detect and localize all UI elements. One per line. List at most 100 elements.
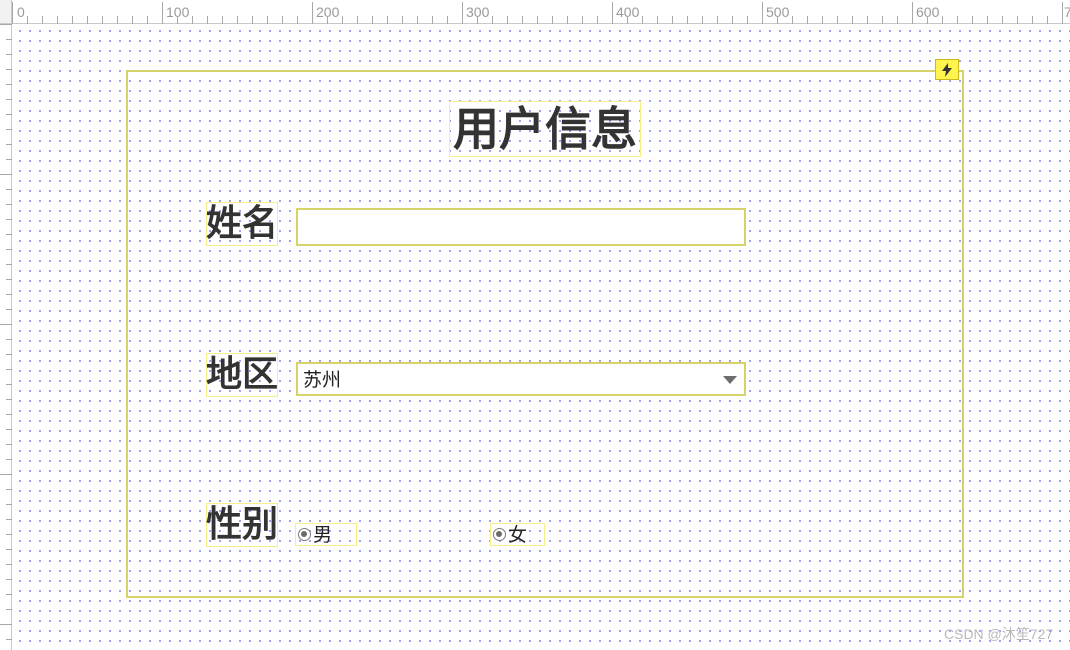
ruler-tick	[747, 16, 748, 24]
ruler-tick	[12, 2, 13, 24]
ruler-tick	[6, 294, 12, 295]
ruler-tick	[6, 189, 12, 190]
event-badge[interactable]	[935, 59, 959, 80]
ruler-tick	[6, 39, 12, 40]
ruler-tick	[6, 414, 12, 415]
ruler-tick	[357, 16, 358, 24]
name-label: 姓名	[206, 203, 279, 244]
ruler-tick	[537, 16, 538, 24]
ruler-tick	[927, 16, 928, 24]
ruler-tick	[477, 16, 478, 24]
ruler-tick	[1047, 16, 1048, 24]
ruler-tick	[837, 16, 838, 24]
form-title: 用户信息	[453, 102, 637, 156]
ruler-tick	[6, 114, 12, 115]
ruler-tick	[6, 609, 12, 610]
ruler-tick	[6, 594, 12, 595]
ruler-tick	[552, 16, 553, 24]
ruler-tick	[0, 174, 12, 175]
ruler-tick	[327, 16, 328, 24]
ruler-tick	[957, 16, 958, 24]
ruler-tick	[297, 16, 298, 24]
radio-button-icon[interactable]	[493, 528, 506, 541]
ruler-tick	[897, 16, 898, 24]
ruler-tick	[312, 2, 313, 24]
ruler-tick	[942, 16, 943, 24]
ruler-tick	[6, 384, 12, 385]
ruler-tick	[6, 309, 12, 310]
ruler-tick	[0, 624, 12, 625]
ruler-tick	[42, 16, 43, 24]
ruler-tick	[6, 519, 12, 520]
ruler-tick	[6, 369, 12, 370]
ruler-tick	[807, 16, 808, 24]
ruler-tick	[657, 16, 658, 24]
ruler-tick	[6, 159, 12, 160]
ruler-tick	[132, 16, 133, 24]
ruler-tick	[6, 249, 12, 250]
ruler-tick	[822, 16, 823, 24]
ruler-tick	[342, 16, 343, 24]
ruler-tick	[1032, 16, 1033, 24]
watermark: CSDN @沐笙727	[944, 626, 1054, 642]
ruler-tick	[6, 279, 12, 280]
radio-button-icon[interactable]	[298, 528, 311, 541]
ruler-tick	[6, 444, 12, 445]
lightning-icon	[942, 62, 952, 77]
ruler-tick	[0, 474, 12, 475]
ruler-tick	[597, 16, 598, 24]
ruler-tick	[972, 16, 973, 24]
ruler-tick	[6, 204, 12, 205]
ruler-tick	[762, 2, 763, 24]
ruler-tick	[72, 16, 73, 24]
ruler-tick	[0, 324, 12, 325]
ruler-tick	[6, 534, 12, 535]
ruler-tick	[567, 16, 568, 24]
ruler-tick	[912, 2, 913, 24]
ruler-tick	[0, 24, 12, 25]
ruler-tick	[1017, 16, 1018, 24]
ruler-tick	[6, 429, 12, 430]
ruler-tick	[462, 2, 463, 24]
ruler-tick	[6, 489, 12, 490]
region-select[interactable]: 苏州	[296, 362, 746, 396]
ruler-label: 7	[1064, 4, 1070, 20]
radio-female-label: 女	[508, 523, 528, 546]
ruler-tick	[582, 16, 583, 24]
ruler-tick	[6, 54, 12, 55]
ruler-tick	[117, 16, 118, 24]
ruler-tick	[6, 639, 12, 640]
ruler-tick	[6, 459, 12, 460]
ruler-tick	[882, 16, 883, 24]
radio-female[interactable]: 女	[491, 523, 527, 546]
ruler-tick	[192, 16, 193, 24]
ruler-tick	[87, 16, 88, 24]
gender-label: 性别	[206, 504, 279, 545]
name-input[interactable]	[296, 208, 746, 246]
radio-male[interactable]: 男	[296, 523, 332, 546]
ruler-tick	[6, 504, 12, 505]
ruler-tick	[6, 564, 12, 565]
ruler-tick	[6, 579, 12, 580]
ruler-tick	[147, 16, 148, 24]
ruler-tick	[27, 16, 28, 24]
horizontal-ruler: 0 100 200 300 400 500 600 7	[0, 0, 1070, 24]
ruler-tick	[852, 16, 853, 24]
ruler-tick	[507, 16, 508, 24]
ruler-tick	[702, 16, 703, 24]
ruler-tick	[282, 16, 283, 24]
ruler-tick	[387, 16, 388, 24]
ruler-tick	[627, 16, 628, 24]
ruler-tick	[402, 16, 403, 24]
ruler-tick	[717, 16, 718, 24]
ruler-tick	[237, 16, 238, 24]
ruler-tick	[417, 16, 418, 24]
radio-male-label: 男	[313, 523, 333, 546]
ruler-tick	[6, 144, 12, 145]
ruler-tick	[612, 2, 613, 24]
ruler-tick	[777, 16, 778, 24]
chevron-down-icon[interactable]	[723, 376, 737, 384]
ruler-tick	[522, 16, 523, 24]
region-select-value: 苏州	[303, 369, 342, 391]
ruler-tick	[222, 16, 223, 24]
